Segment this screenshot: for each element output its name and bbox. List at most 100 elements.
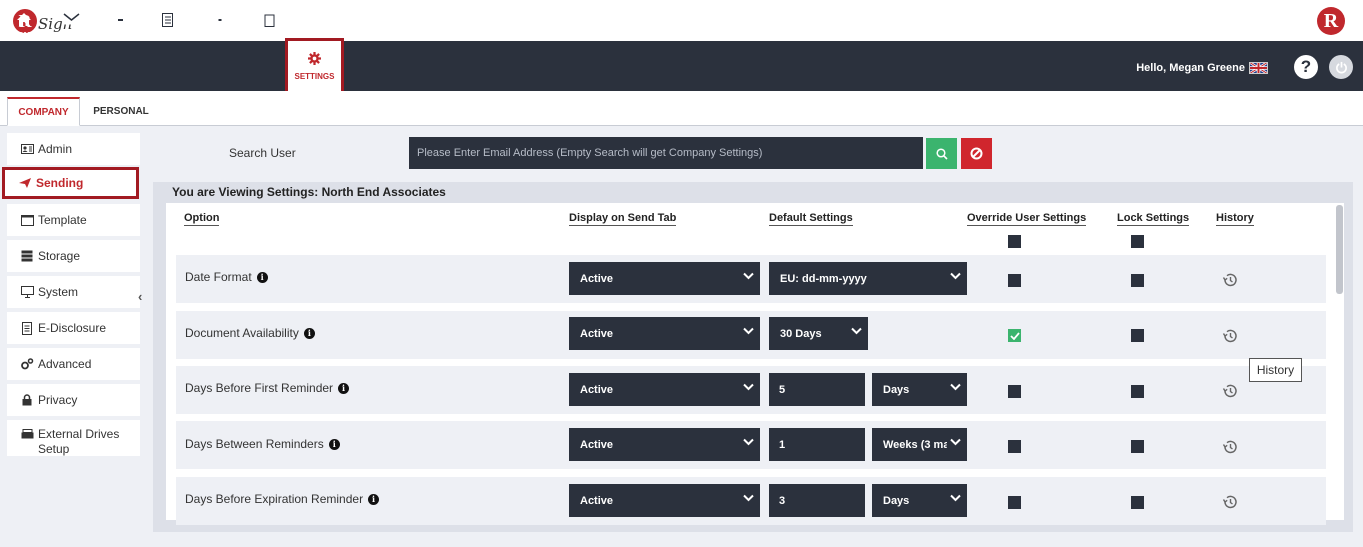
info-icon[interactable]: i xyxy=(368,493,380,505)
check-icon xyxy=(1009,331,1020,340)
search-icon xyxy=(935,147,948,160)
document-icon xyxy=(20,321,34,335)
tab-company[interactable]: COMPANY xyxy=(7,97,80,126)
sidebar-item-external-drives[interactable]: External Drives Setup xyxy=(7,420,140,456)
override-checkbox[interactable] xyxy=(1008,385,1021,398)
cogs-icon xyxy=(20,358,34,370)
days-input[interactable]: 5 xyxy=(769,373,865,406)
display-select[interactable]: Active xyxy=(569,373,760,406)
power-icon[interactable] xyxy=(1329,55,1353,79)
default-select[interactable]: 30 Days xyxy=(769,317,868,350)
lock-checkbox[interactable] xyxy=(1131,496,1144,509)
search-user-label: Search User xyxy=(229,146,296,160)
help-icon[interactable]: ? xyxy=(1294,55,1318,79)
sidebar-item-template[interactable]: Template xyxy=(7,204,140,236)
admin-card-icon xyxy=(20,144,34,154)
display-select[interactable]: Active xyxy=(569,428,760,461)
sidebar-item-system[interactable]: System xyxy=(7,276,140,308)
greeting-prefix: Hello, xyxy=(1136,62,1167,74)
display-select[interactable]: Active xyxy=(569,317,760,350)
history-icon[interactable] xyxy=(1222,272,1238,288)
row-label-days-before-first-reminder: Days Before First Reminder i xyxy=(185,381,350,395)
row-label-date-format: Date Format i xyxy=(185,270,268,284)
select-value: Days xyxy=(883,494,910,507)
vertical-scrollbar[interactable] xyxy=(1336,205,1343,294)
option-label: Days Between Reminders xyxy=(185,437,324,451)
info-icon[interactable]: i xyxy=(328,438,340,450)
lock-icon xyxy=(20,394,34,406)
collapse-sidebar-chevron-icon[interactable]: ‹ xyxy=(138,289,142,304)
history-icon[interactable] xyxy=(1222,494,1238,510)
drive-icon xyxy=(20,429,34,439)
nav-home[interactable]: HOME xyxy=(12,10,35,42)
nav-settings[interactable]: SETTINGS xyxy=(285,38,344,97)
search-user-input[interactable] xyxy=(409,137,923,169)
panel-title: You are Viewing Settings: North End Asso… xyxy=(172,185,446,199)
unit-select[interactable]: Days xyxy=(872,484,967,517)
sidebar-item-e-disclosure[interactable]: E-Disclosure xyxy=(7,312,140,344)
search-button[interactable] xyxy=(926,138,957,169)
sidebar-item-admin[interactable]: Admin xyxy=(7,133,140,165)
lock-all-checkbox[interactable] xyxy=(1131,235,1144,248)
row-label-document-availability: Document Availability i xyxy=(185,326,315,340)
unit-select[interactable]: Weeks (3 max) xyxy=(872,428,967,461)
default-select[interactable]: EU: dd-mm-yyyy xyxy=(769,262,967,295)
select-value: Days xyxy=(883,383,910,396)
paper-plane-icon xyxy=(18,178,32,188)
header-default-settings: Default Settings xyxy=(769,212,853,226)
nav-send[interactable]: SEND xyxy=(61,10,83,42)
days-input[interactable]: 3 xyxy=(769,484,865,517)
nav-envelopes[interactable]: ENVELOPES xyxy=(97,10,144,42)
chevron-down-icon xyxy=(851,327,862,335)
lock-checkbox[interactable] xyxy=(1131,329,1144,342)
row-label-days-before-expiration-reminder: Days Before Expiration Reminder i xyxy=(185,492,380,506)
option-label: Days Before First Reminder xyxy=(185,381,334,395)
select-value: Active xyxy=(580,494,614,507)
select-value: Active xyxy=(580,438,614,451)
uk-flag-icon[interactable] xyxy=(1249,62,1268,74)
chevron-down-icon xyxy=(743,272,754,280)
nav-stats[interactable]: STATS xyxy=(208,10,232,42)
sidebar-item-storage[interactable]: Storage xyxy=(7,240,140,272)
company-logo: R xyxy=(1317,7,1345,35)
days-input[interactable]: 1 xyxy=(769,428,865,461)
display-select[interactable]: Active xyxy=(569,262,760,295)
override-checkbox[interactable] xyxy=(1008,329,1021,342)
chevron-down-icon xyxy=(743,383,754,391)
sidebar-item-privacy[interactable]: Privacy xyxy=(7,384,140,416)
nav-templates[interactable]: TEMPLATES xyxy=(146,10,192,42)
briefcase-icon xyxy=(211,10,229,28)
sidebar-item-advanced[interactable]: Advanced xyxy=(7,348,140,380)
info-icon[interactable]: i xyxy=(303,327,315,339)
lock-checkbox[interactable] xyxy=(1131,440,1144,453)
ban-icon xyxy=(970,147,983,160)
nav-settings-label: SETTINGS xyxy=(294,72,335,81)
override-checkbox[interactable] xyxy=(1008,274,1021,287)
database-icon xyxy=(20,250,34,262)
history-icon[interactable] xyxy=(1222,328,1238,344)
override-checkbox[interactable] xyxy=(1008,440,1021,453)
user-greeting[interactable]: Hello, Megan Greene xyxy=(1136,62,1268,74)
unit-select[interactable]: Days xyxy=(872,373,967,406)
sidebar-item-sending[interactable]: Sending xyxy=(2,167,139,199)
nav-account-label: ACCOUNT xyxy=(248,31,287,40)
info-icon[interactable]: i xyxy=(338,382,350,394)
monitor-icon xyxy=(20,286,34,298)
clear-search-button[interactable] xyxy=(961,138,992,169)
display-select[interactable]: Active xyxy=(569,484,760,517)
account-icon xyxy=(260,10,275,28)
history-icon[interactable] xyxy=(1222,383,1238,399)
override-all-checkbox[interactable] xyxy=(1008,235,1021,248)
chevron-down-icon xyxy=(950,272,961,280)
tab-personal[interactable]: PERSONAL xyxy=(86,97,156,126)
select-value: EU: dd-mm-yyyy xyxy=(780,272,867,285)
override-checkbox[interactable] xyxy=(1008,496,1021,509)
sidebar-item-label: Advanced xyxy=(38,357,92,371)
lock-checkbox[interactable] xyxy=(1131,385,1144,398)
history-icon[interactable] xyxy=(1222,439,1238,455)
nav-home-label: HOME xyxy=(12,31,36,40)
nav-send-label: SEND xyxy=(61,31,83,40)
info-icon[interactable]: i xyxy=(256,271,268,283)
lock-checkbox[interactable] xyxy=(1131,274,1144,287)
nav-account[interactable]: ACCOUNT xyxy=(248,10,287,42)
